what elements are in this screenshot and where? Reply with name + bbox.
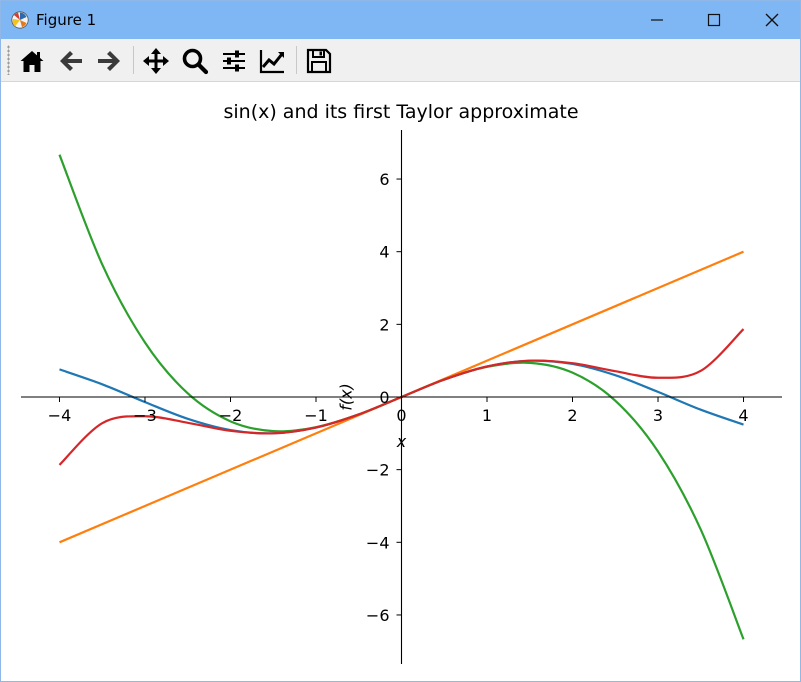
save-button[interactable] (302, 44, 336, 76)
arrow-left-icon (60, 51, 82, 71)
y-tick-label: 0 (379, 388, 389, 407)
maximize-button[interactable] (685, 1, 743, 39)
x-tick-label: −1 (304, 406, 328, 425)
y-tick-label: 2 (379, 315, 389, 334)
home-button[interactable] (15, 44, 49, 76)
y-tick-label: 6 (379, 170, 389, 189)
move-icon (143, 48, 169, 74)
pan-button[interactable] (139, 44, 173, 76)
y-tick-label: −4 (366, 533, 390, 552)
x-tick-label: −2 (219, 406, 243, 425)
y-tick-label: 4 (379, 243, 389, 262)
edit-axes-button[interactable] (255, 44, 289, 76)
zoom-button[interactable] (178, 44, 212, 76)
floppy-disk-icon (306, 48, 332, 74)
close-button[interactable] (743, 1, 800, 39)
toolbar-separator (133, 46, 134, 74)
magnifier-icon (182, 48, 209, 75)
minimize-icon (651, 19, 663, 21)
subplots-button[interactable] (217, 44, 251, 76)
toolbar-grip[interactable] (7, 45, 10, 75)
toolbar-separator (296, 46, 297, 74)
maximize-icon (707, 13, 721, 27)
navigation-toolbar (1, 39, 800, 82)
y-tick-label: −6 (366, 606, 390, 625)
x-tick-label: 3 (653, 406, 663, 425)
chart-line-icon (259, 50, 284, 74)
close-icon (765, 13, 779, 27)
figure-window: Figure 1 sin(x) and its first Taylor app… (0, 0, 801, 682)
plot-canvas[interactable]: sin(x) and its first Taylor approximate … (1, 82, 800, 681)
x-tick-label: 0 (396, 406, 406, 425)
chart: sin(x) and its first Taylor approximate … (21, 101, 782, 664)
x-tick-label: 2 (567, 406, 577, 425)
y-axis-label: f(x) (337, 383, 356, 411)
x-tick-label: 4 (738, 406, 748, 425)
home-icon (20, 51, 44, 72)
x-tick-label: −4 (48, 406, 72, 425)
minimize-button[interactable] (628, 1, 686, 39)
window-title: Figure 1 (36, 11, 97, 29)
x-tick-label: −3 (133, 406, 157, 425)
x-tick-label: 1 (482, 406, 492, 425)
y-tick-label: −2 (366, 461, 390, 480)
back-button[interactable] (54, 44, 88, 76)
sliders-icon (223, 50, 245, 72)
title-bar[interactable]: Figure 1 (1, 1, 800, 39)
arrow-right-icon (98, 51, 120, 71)
chart-title: sin(x) and its first Taylor approximate (223, 101, 578, 123)
matplotlib-logo-icon (11, 11, 29, 29)
forward-button[interactable] (92, 44, 126, 76)
x-axis-label: x (396, 432, 407, 451)
